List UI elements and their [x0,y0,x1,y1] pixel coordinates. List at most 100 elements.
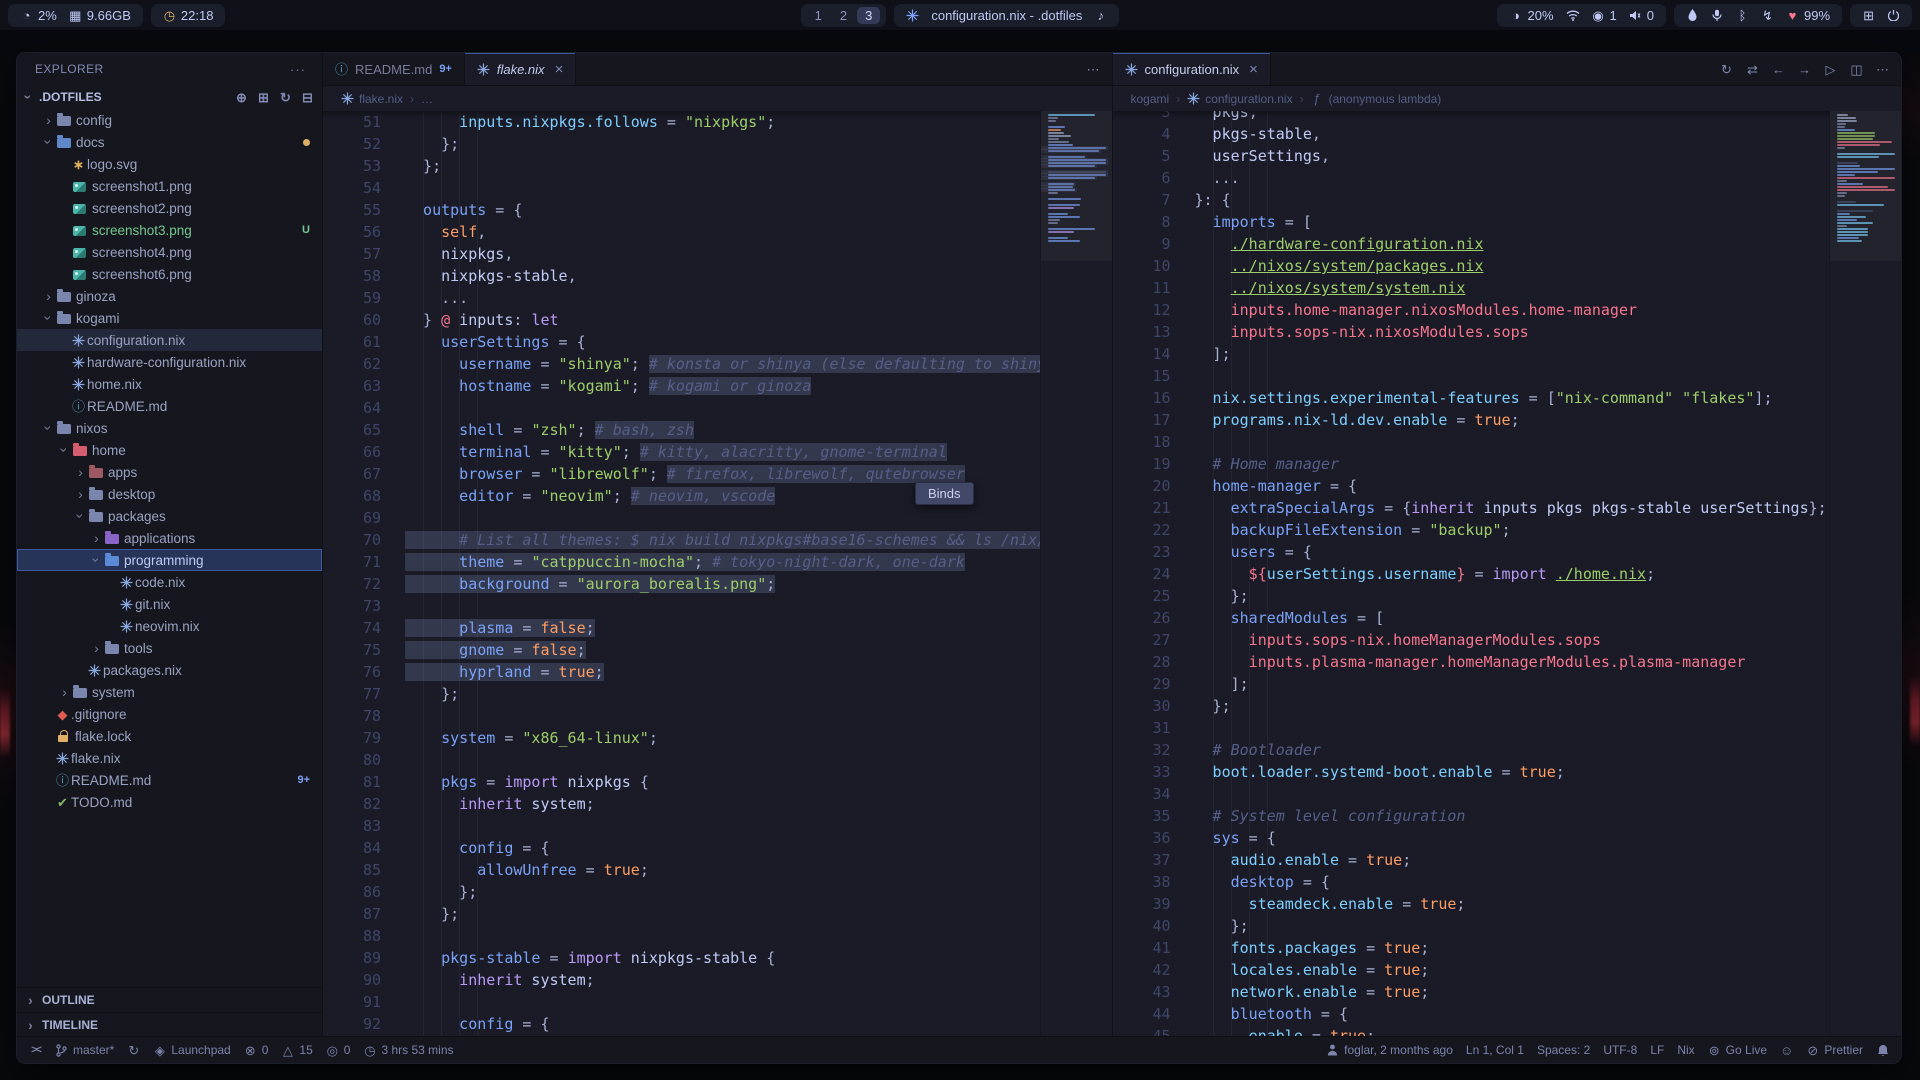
code-line[interactable]: 91 [323,991,1040,1013]
tree-item-screenshot4-png[interactable]: ›screenshot4.png [17,241,322,263]
code-line[interactable]: 17 programs.nix-ld.dev.enable = true; [1113,409,1830,431]
code-line[interactable]: 69 [323,507,1040,529]
color-picker-indicator[interactable] [1686,9,1699,21]
tab-configuration-nix[interactable]: configuration.nix× [1113,53,1271,85]
tab-flake-nix[interactable]: flake.nix× [465,53,576,85]
code-line[interactable]: 25 }; [1113,585,1830,607]
status-remote[interactable]: >< [29,1045,42,1056]
code-line[interactable]: 34 [1113,783,1830,805]
tree-item-system[interactable]: ›system [17,681,322,703]
code-line[interactable]: 89 pkgs-stable = import nixpkgs-stable { [323,947,1040,969]
status-ln-1-col-1[interactable]: Ln 1, Col 1 [1466,1043,1524,1057]
status-lf[interactable]: LF [1650,1043,1664,1057]
split-icon[interactable]: ◫ [1850,63,1863,76]
code-line[interactable]: 28 inputs.plasma-manager.homeManagerModu… [1113,651,1830,673]
tree-item-logo-svg[interactable]: ›∗logo.svg [17,153,322,175]
workspace-3[interactable]: 3 [857,7,880,24]
code-line[interactable]: 24 ${userSettings.username} = import ./h… [1113,563,1830,585]
wifi-indicator[interactable] [1566,10,1580,21]
code-line[interactable]: 86 }; [323,881,1040,903]
code-line[interactable]: 64 [323,397,1040,419]
code-line[interactable]: 87 }; [323,903,1040,925]
close-icon[interactable]: × [555,61,564,78]
code-line[interactable]: 38 desktop = { [1113,871,1830,893]
tree-item-tools[interactable]: ›tools [17,637,322,659]
code-line[interactable]: 92 config = { [323,1013,1040,1035]
code-line[interactable]: 51 inputs.nixpkgs.follows = "nixpkgs"; [323,111,1040,133]
tree-item-nixos[interactable]: ›nixos [17,417,322,439]
status-utf-8[interactable]: UTF-8 [1603,1043,1637,1057]
code-line[interactable]: 53 }; [323,155,1040,177]
breadcrumb-item-anonymous-lambda[interactable]: ƒ(anonymous lambda) [1311,92,1442,106]
more-icon[interactable]: ⋯ [1876,63,1889,76]
code-line[interactable]: 7}: { [1113,189,1830,211]
code-line[interactable]: 88 [323,925,1040,947]
tree-item-ginoza[interactable]: ›ginoza [17,285,322,307]
status-nix[interactable]: Nix [1677,1043,1694,1057]
tree-item-apps[interactable]: ›apps [17,461,322,483]
battery-indicator[interactable]: ♥99% [1786,8,1830,23]
status-master[interactable]: master* [55,1043,114,1057]
minimap-left[interactable] [1040,111,1112,1036]
status-0[interactable]: ◎0 [326,1043,351,1057]
code-line[interactable]: 85 allowUnfree = true; [323,859,1040,881]
code-line[interactable]: 73 [323,595,1040,617]
code-line[interactable]: 79 system = "x86_64-linux"; [323,727,1040,749]
code-line[interactable]: 3 pkgs, [1113,111,1830,123]
code-line[interactable]: 80 [323,749,1040,771]
code-line[interactable]: 18 [1113,431,1830,453]
code-line[interactable]: 21 extraSpecialArgs = {inherit inputs pk… [1113,497,1830,519]
code-line[interactable]: 23 users = { [1113,541,1830,563]
refresh-icon[interactable]: ↻ [279,91,292,104]
code-line[interactable]: 11 ../nixos/system/system.nix [1113,277,1830,299]
more-actions-icon[interactable]: ··· [290,62,306,77]
breadcrumb-item-flake-nix[interactable]: flake.nix [341,92,403,106]
code-line[interactable]: 54 [323,177,1040,199]
code-line[interactable]: 12 inputs.home-manager.nixosModules.home… [1113,299,1830,321]
code-line[interactable]: 56 self, [323,221,1040,243]
breadcrumb-item-configuration-nix[interactable]: configuration.nix [1187,92,1292,106]
tree-item-screenshot2-png[interactable]: ›screenshot2.png [17,197,322,219]
code-line[interactable]: 63 hostname = "kogami"; # kogami or gino… [323,375,1040,397]
tree-item-packages[interactable]: ›packages [17,505,322,527]
cpu-indicator[interactable]: ◔2% [20,8,57,23]
code-line[interactable]: 66 terminal = "kitty"; # kitty, alacritt… [323,441,1040,463]
code-line[interactable]: 40 }; [1113,915,1830,937]
code-line[interactable]: 55 outputs = { [323,199,1040,221]
code-line[interactable]: 45 enable = true; [1113,1025,1830,1036]
code-line[interactable]: 72 background = "aurora_borealis.png"; [323,573,1040,595]
tree-item-code-nix[interactable]: ›code.nix [17,571,322,593]
status-foglar-2-months-ago[interactable]: foglar, 2 months ago [1326,1043,1453,1057]
tree-item-neovim-nix[interactable]: ›neovim.nix [17,615,322,637]
workspace-1[interactable]: 1 [807,7,830,24]
editor-left[interactable]: 51 inputs.nixpkgs.follows = "nixpkgs";52… [323,111,1112,1036]
sync-icon[interactable]: ↻ [1720,63,1733,76]
workspace-2[interactable]: 2 [832,7,855,24]
tree-item-readme-md[interactable]: ›ⓘREADME.md [17,395,322,417]
code-line[interactable]: 57 nixpkgs, [323,243,1040,265]
tree-item-docs[interactable]: ›docs [17,131,322,153]
code-line[interactable]: 32 # Bootloader [1113,739,1830,761]
forward-icon[interactable]: → [1798,63,1811,76]
minimap-right[interactable] [1829,111,1901,1036]
tree-item-home-nix[interactable]: ›home.nix [17,373,322,395]
tree-item-todo-md[interactable]: ›✔TODO.md [17,791,322,813]
code-line[interactable]: 31 [1113,717,1830,739]
tree-item-configuration-nix[interactable]: ›configuration.nix [17,329,322,351]
code-line[interactable]: 61 userSettings = { [323,331,1040,353]
code-line[interactable]: 93 allowUnfree = true; [323,1035,1040,1036]
code-line[interactable]: 65 shell = "zsh"; # bash, zsh [323,419,1040,441]
code-line[interactable]: 41 fonts.packages = true; [1113,937,1830,959]
code-line[interactable]: 62 username = "shinya"; # konsta or shin… [323,353,1040,375]
status-3-hrs-53-mins[interactable]: ◷3 hrs 53 mins [363,1043,453,1057]
status-bell[interactable] [1876,1044,1889,1057]
tree-item-applications[interactable]: ›applications [17,527,322,549]
status-0[interactable]: ⊗0 [244,1043,269,1057]
code-line[interactable]: 16 nix.settings.experimental-features = … [1113,387,1830,409]
code-line[interactable]: 26 sharedModules = [ [1113,607,1830,629]
tree-item-kogami[interactable]: ›kogami [17,307,322,329]
back-icon[interactable]: ← [1772,63,1785,76]
code-line[interactable]: 52 }; [323,133,1040,155]
code-line[interactable]: 43 network.enable = true; [1113,981,1830,1003]
code-line[interactable]: 83 [323,815,1040,837]
